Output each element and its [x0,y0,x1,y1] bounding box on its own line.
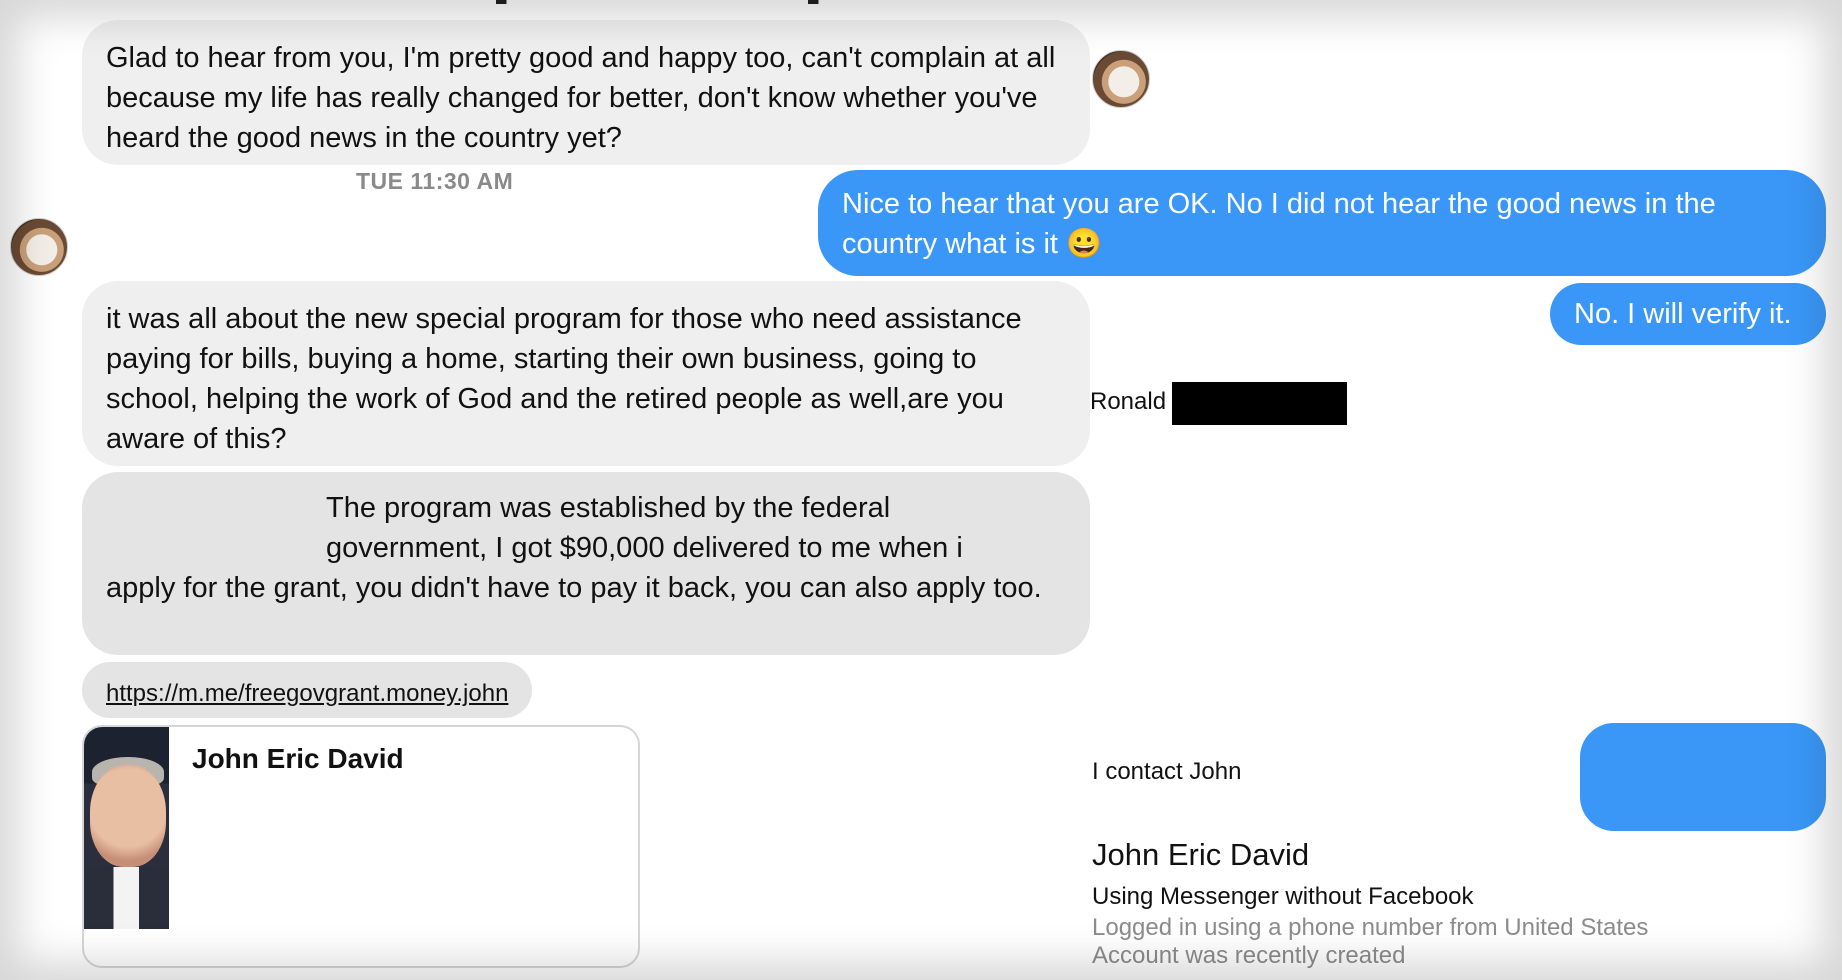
annotation-note: I contact John [1092,758,1242,785]
message-text-line: government, I got $90,000 delivered to m… [326,532,963,564]
profile-name: John Eric David [1092,837,1310,872]
message-timestamp: TUE 11:30 AM [356,168,514,194]
link-bubble[interactable]: https://m.me/freegovgrant.money.john [82,662,532,718]
message-bubble-sent-empty[interactable] [1580,723,1826,831]
message-bubble-received[interactable]: Glad to hear from you, I'm pretty good a… [82,20,1090,165]
message-text-line: apply for the grant, you didn't have to … [106,572,1042,604]
message-text: it was all about the new special program… [106,303,1022,455]
grinning-face-emoji-icon: 😀 [1066,228,1103,260]
message-link[interactable]: https://m.me/freegovgrant.money.john [106,680,508,707]
profile-info-line: Account was recently created [1092,942,1406,969]
message-bubble-sent[interactable]: Nice to hear that you are OK. No I did n… [818,170,1826,276]
message-bubble-received[interactable]: The program was established by the feder… [82,472,1090,655]
message-bubble-sent[interactable]: No. I will verify it. [1550,283,1826,345]
message-bubble-received[interactable]: it was all about the new special program… [82,281,1090,466]
redaction-box [1172,382,1347,425]
annotation-sender-name: Ronald [1090,388,1167,415]
contact-card-name: John Eric David [192,743,404,774]
sender-avatar[interactable] [10,218,68,276]
message-text: No. I will verify it. [1574,298,1792,330]
profile-info-line: Using Messenger without Facebook [1092,883,1474,910]
top-edge-fragment [80,0,1120,4]
contact-card[interactable]: John Eric David [82,725,640,968]
profile-photo [84,727,169,929]
profile-info-line: Logged in using a phone number from Unit… [1092,914,1649,941]
sender-avatar[interactable] [1092,50,1150,108]
message-text-line: The program was established by the feder… [326,492,891,524]
message-text: Glad to hear from you, I'm pretty good a… [106,42,1056,154]
message-text: Nice to hear that you are OK. No I did n… [842,188,1716,260]
